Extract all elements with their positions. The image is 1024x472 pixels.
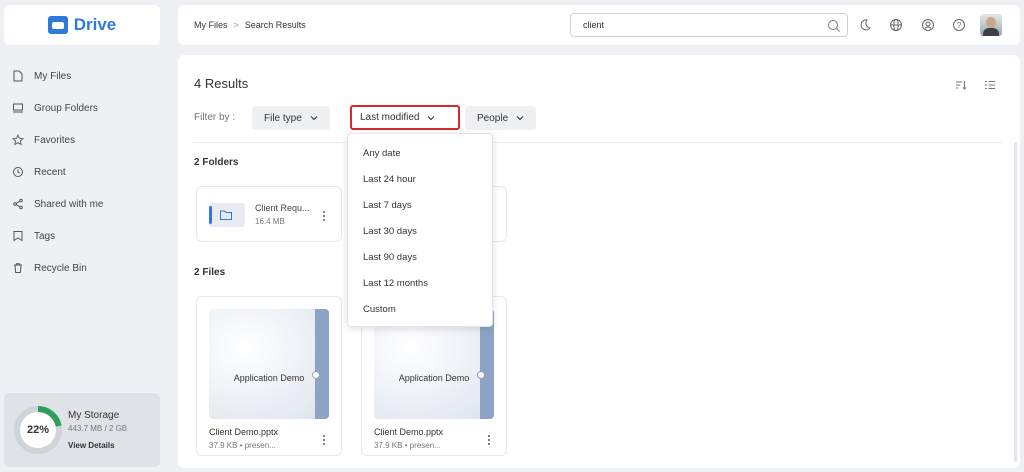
sidebar-item-label: Recent bbox=[34, 166, 66, 178]
sidebar-nav: My Files Group Folders Favorites Recent … bbox=[0, 60, 168, 284]
trash-icon bbox=[12, 262, 24, 274]
file-name: Client Demo.pptx bbox=[209, 427, 279, 437]
view-details-link[interactable]: View Details bbox=[68, 441, 115, 450]
divider bbox=[194, 142, 1002, 143]
file-card[interactable]: Application Demo Client Demo.pptx 37.9 K… bbox=[196, 296, 342, 456]
breadcrumb-current: Search Results bbox=[244, 20, 306, 30]
storage-percent: 22% bbox=[26, 424, 50, 436]
filter-people-button[interactable]: People bbox=[465, 106, 537, 130]
breadcrumb-root[interactable]: My Files bbox=[194, 20, 228, 30]
folders-section-title: 2 Folders bbox=[194, 157, 239, 168]
sort-icon[interactable] bbox=[952, 76, 970, 94]
results-title: 4 Results bbox=[194, 76, 249, 91]
filter-file-type-button[interactable]: File type bbox=[252, 106, 330, 130]
dropdown-option-any-date[interactable]: Any date bbox=[348, 140, 492, 166]
scrollbar[interactable] bbox=[1014, 142, 1017, 462]
search-input[interactable]: client bbox=[570, 13, 848, 37]
storage-usage: 443.7 MB / 2 GB bbox=[68, 424, 128, 433]
app-logo[interactable]: Drive bbox=[4, 5, 160, 45]
file-name: Client Demo.pptx bbox=[374, 427, 444, 437]
sidebar-item-label: Group Folders bbox=[34, 102, 98, 114]
search-icon[interactable] bbox=[827, 19, 841, 33]
thumbnail-title: Application Demo bbox=[233, 373, 305, 383]
folder-size: 16.4 MB bbox=[255, 217, 285, 226]
user-circle-icon[interactable] bbox=[921, 18, 935, 32]
clock-icon bbox=[12, 166, 24, 178]
filter-label-text: Last modified bbox=[360, 112, 420, 123]
thumbnail-title: Application Demo bbox=[398, 373, 470, 383]
filter-label-text: People bbox=[477, 112, 509, 124]
dropdown-option-last-12-months[interactable]: Last 12 months bbox=[348, 270, 492, 296]
help-icon[interactable]: ? bbox=[952, 18, 966, 32]
filter-last-modified-button[interactable]: Last modified bbox=[350, 105, 460, 130]
files-section-title: 2 Files bbox=[194, 267, 226, 278]
sidebar-item-group-folders[interactable]: Group Folders bbox=[0, 92, 168, 124]
sidebar-item-label: My Files bbox=[34, 70, 72, 82]
file-icon bbox=[12, 70, 24, 82]
chevron-down-icon bbox=[516, 116, 524, 121]
avatar[interactable] bbox=[980, 14, 1002, 36]
main-panel: 4 Results Filter by : File type Last mod… bbox=[178, 55, 1020, 468]
group-folder-icon bbox=[12, 102, 24, 114]
sidebar-item-label: Tags bbox=[34, 230, 56, 242]
chevron-down-icon bbox=[428, 115, 435, 120]
header: My Files > Search Results client ? bbox=[178, 5, 1020, 45]
more-options-icon[interactable] bbox=[319, 433, 329, 447]
last-modified-dropdown: Any date Last 24 hour Last 7 days Last 3… bbox=[347, 133, 493, 327]
file-thumbnail: Application Demo bbox=[209, 309, 329, 419]
more-options-icon[interactable] bbox=[319, 209, 329, 223]
dropdown-option-custom[interactable]: Custom bbox=[348, 296, 492, 322]
folder-card[interactable]: Client Requ... 16.4 MB bbox=[196, 186, 342, 242]
file-meta: 37.9 KB • presen... bbox=[374, 441, 441, 450]
share-icon bbox=[12, 198, 24, 210]
file-meta: 37.9 KB • presen... bbox=[209, 441, 276, 450]
sidebar-item-recycle-bin[interactable]: Recycle Bin bbox=[0, 252, 168, 284]
sidebar-item-recent[interactable]: Recent bbox=[0, 156, 168, 188]
thumbnail-bar bbox=[315, 309, 329, 419]
sidebar-item-favorites[interactable]: Favorites bbox=[0, 124, 168, 156]
dropdown-option-last-90-days[interactable]: Last 90 days bbox=[348, 244, 492, 270]
sidebar: Drive My Files Group Folders Favorites R… bbox=[0, 0, 168, 472]
sidebar-item-tags[interactable]: Tags bbox=[0, 220, 168, 252]
sidebar-item-label: Favorites bbox=[34, 134, 76, 146]
sidebar-item-label: Shared with me bbox=[34, 198, 104, 210]
dropdown-option-last-7-days[interactable]: Last 7 days bbox=[348, 192, 492, 218]
storage-title: My Storage bbox=[68, 410, 120, 421]
chevron-down-icon bbox=[310, 116, 318, 121]
folder-name: Client Requ... bbox=[255, 203, 310, 213]
sidebar-item-my-files[interactable]: My Files bbox=[0, 60, 168, 92]
globe-icon[interactable] bbox=[889, 18, 903, 32]
breadcrumb-separator: > bbox=[233, 20, 239, 30]
svg-text:?: ? bbox=[957, 21, 962, 30]
sidebar-item-label: Recycle Bin bbox=[34, 262, 87, 274]
breadcrumb: My Files > Search Results bbox=[194, 20, 306, 30]
tag-icon bbox=[12, 230, 24, 242]
storage-widget: 22% My Storage 443.7 MB / 2 GB View Deta… bbox=[4, 393, 160, 467]
search-value: client bbox=[583, 20, 605, 30]
app-name: Drive bbox=[73, 15, 117, 34]
moon-icon[interactable] bbox=[858, 18, 872, 32]
list-view-icon[interactable] bbox=[981, 76, 999, 94]
sidebar-item-shared-with-me[interactable]: Shared with me bbox=[0, 188, 168, 220]
filter-label-text: File type bbox=[264, 112, 302, 124]
folder-icon bbox=[209, 203, 245, 227]
star-icon bbox=[12, 134, 24, 146]
drive-logo-icon bbox=[47, 16, 68, 34]
dropdown-option-last-24-hour[interactable]: Last 24 hour bbox=[348, 166, 492, 192]
filter-label: Filter by : bbox=[194, 112, 236, 123]
dropdown-option-last-30-days[interactable]: Last 30 days bbox=[348, 218, 492, 244]
more-options-icon[interactable] bbox=[484, 433, 494, 447]
